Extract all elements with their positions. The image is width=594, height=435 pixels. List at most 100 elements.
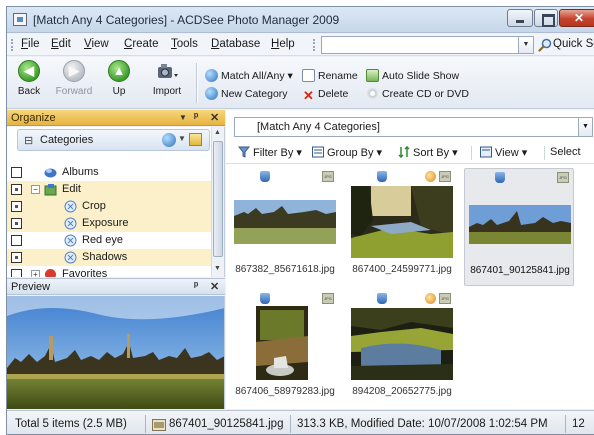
scroll-thumb[interactable] <box>213 141 223 257</box>
tree-collapse-icon[interactable]: − <box>31 185 40 194</box>
category-label: Edit <box>62 183 81 195</box>
category-row-albums[interactable]: Albums <box>7 164 211 181</box>
maximize-button[interactable] <box>534 9 558 27</box>
status-file-name: 867401_90125841.jpg <box>169 418 284 430</box>
thumbnail-item[interactable]: JPG 867400_24599771.jpg <box>347 168 457 286</box>
preview-photo <box>7 296 224 409</box>
category-checkbox[interactable] <box>11 167 22 178</box>
select-button[interactable]: Select <box>550 146 581 158</box>
preview-pane-header[interactable]: Preview ᵖ ✕ <box>7 278 225 295</box>
create-cd-dvd-button[interactable]: Create CD or DVD <box>366 87 469 103</box>
forward-button[interactable]: ▶ Forward <box>51 60 97 106</box>
close-button[interactable]: ✕ <box>559 9 594 27</box>
thumbnail-item-selected[interactable]: JPG 867401_90125841.jpg <box>464 168 574 286</box>
categories-header[interactable]: ⊟ Categories ▼ <box>17 129 210 151</box>
database-icon <box>260 293 270 304</box>
globe-icon[interactable] <box>162 133 176 147</box>
menu-file[interactable]: File <box>21 38 40 50</box>
delete-button[interactable]: ✕ Delete <box>302 87 348 103</box>
thumbnail-image <box>351 186 453 258</box>
category-label: Crop <box>82 200 106 212</box>
category-checkbox[interactable] <box>11 184 22 195</box>
category-checkbox[interactable] <box>11 235 22 246</box>
chevron-down-icon[interactable]: ▼ <box>178 134 186 143</box>
filter-bar: Filter By ▾ Group By ▾ Sort By ▾ View ▾ … <box>226 142 594 164</box>
import-button[interactable]: Import <box>145 60 189 106</box>
thumbnail-item[interactable]: JPG 867406_58979283.jpg <box>230 290 340 408</box>
thumbnail-item[interactable]: JPG 894208_20652775.jpg <box>347 290 457 408</box>
database-icon <box>377 171 387 182</box>
group-by-button[interactable]: Group By ▾ <box>312 146 382 159</box>
database-icon <box>377 293 387 304</box>
category-row-exposure[interactable]: Exposure <box>7 215 211 232</box>
view-button[interactable]: View ▾ <box>480 146 527 159</box>
tag-icon <box>64 234 77 247</box>
category-checkbox[interactable] <box>11 218 22 229</box>
menu-tools[interactable]: Tools <box>171 38 198 50</box>
scroll-down-icon[interactable]: ▼ <box>214 265 221 272</box>
image-file-icon <box>152 419 166 431</box>
delete-x-icon: ✕ <box>303 88 314 103</box>
folder-icon <box>44 184 57 196</box>
forward-label: Forward <box>55 86 93 97</box>
title-bar[interactable]: [Match Any 4 Categories] - ACDSee Photo … <box>7 7 594 33</box>
new-category-button[interactable]: New Category <box>205 87 288 103</box>
category-row-red-eye[interactable]: Red eye <box>7 232 211 249</box>
path-field[interactable]: [Match Any 4 Categories] <box>234 117 584 137</box>
organize-scrollbar[interactable]: ▲ ▼ <box>211 127 224 277</box>
delete-label: Delete <box>318 88 349 100</box>
quick-search-dropdown[interactable]: ▼ <box>519 36 534 54</box>
filter-by-button[interactable]: Filter By ▾ <box>238 146 302 159</box>
category-row-shadows[interactable]: Shadows <box>7 249 211 266</box>
category-label: Exposure <box>82 217 129 229</box>
thumbnail-item[interactable]: JPG 867382_85671618.jpg <box>230 168 340 286</box>
menu-edit[interactable]: Edit <box>51 38 71 50</box>
back-arrow-icon: ◀ <box>18 60 40 82</box>
organize-pane-header[interactable]: Organize ▼ ᵖ ✕ <box>7 110 225 126</box>
menu-help[interactable]: Help <box>271 38 295 50</box>
menu-grip[interactable] <box>11 39 13 51</box>
category-row-favorites[interactable]: + Favorites <box>7 266 211 277</box>
minimize-button[interactable] <box>507 9 533 27</box>
menu-separator <box>313 39 315 51</box>
organize-pane-title: Organize <box>11 112 56 124</box>
view-label: View <box>495 147 519 159</box>
category-checkbox[interactable] <box>11 252 22 263</box>
thumbnail-image <box>469 187 571 259</box>
cd-icon <box>366 87 379 100</box>
path-dropdown-button[interactable]: ▼ <box>578 117 593 137</box>
menu-view[interactable]: View <box>84 38 109 50</box>
category-checkbox[interactable] <box>11 269 22 277</box>
pane-dropdown-icon[interactable]: ▼ <box>179 113 187 122</box>
quick-search-input[interactable] <box>321 36 519 54</box>
close-pane-icon[interactable]: ✕ <box>210 111 219 124</box>
category-row-edit[interactable]: − Edit <box>7 181 211 198</box>
menu-create[interactable]: Create <box>124 38 159 50</box>
rename-button[interactable]: Rename <box>302 69 358 85</box>
category-checkbox[interactable] <box>11 201 22 212</box>
view-icon <box>480 146 492 158</box>
search-icon[interactable] <box>538 38 552 52</box>
new-category-label: New Category <box>221 88 288 100</box>
file-name: 894208_20652775.jpg <box>352 386 452 397</box>
sort-icon <box>398 146 410 158</box>
category-row-crop[interactable]: Crop <box>7 198 211 215</box>
pin-icon[interactable]: ᵖ <box>194 111 198 123</box>
match-all-any-button[interactable]: Match All/Any ▾ <box>205 69 293 85</box>
app-icon[interactable] <box>13 13 27 26</box>
sort-by-button[interactable]: Sort By ▾ <box>398 146 458 159</box>
up-button[interactable]: ▲ Up <box>99 60 139 106</box>
quick-search-label[interactable]: Quick Sea <box>553 38 594 50</box>
pin-icon[interactable]: ᵖ <box>194 280 198 292</box>
close-pane-icon[interactable]: ✕ <box>210 280 219 293</box>
collapse-icon[interactable]: ⊟ <box>24 134 33 147</box>
edited-icon <box>425 293 436 304</box>
scroll-up-icon[interactable]: ▲ <box>214 129 221 136</box>
new-category-folder-icon[interactable] <box>189 133 202 146</box>
back-button[interactable]: ◀ Back <box>9 60 49 106</box>
tree-expand-icon[interactable]: + <box>31 270 40 277</box>
menu-database[interactable]: Database <box>211 38 260 50</box>
filter-by-label: Filter By <box>253 147 294 159</box>
auto-slide-show-button[interactable]: Auto Slide Show <box>366 69 459 85</box>
status-separator <box>145 415 146 433</box>
